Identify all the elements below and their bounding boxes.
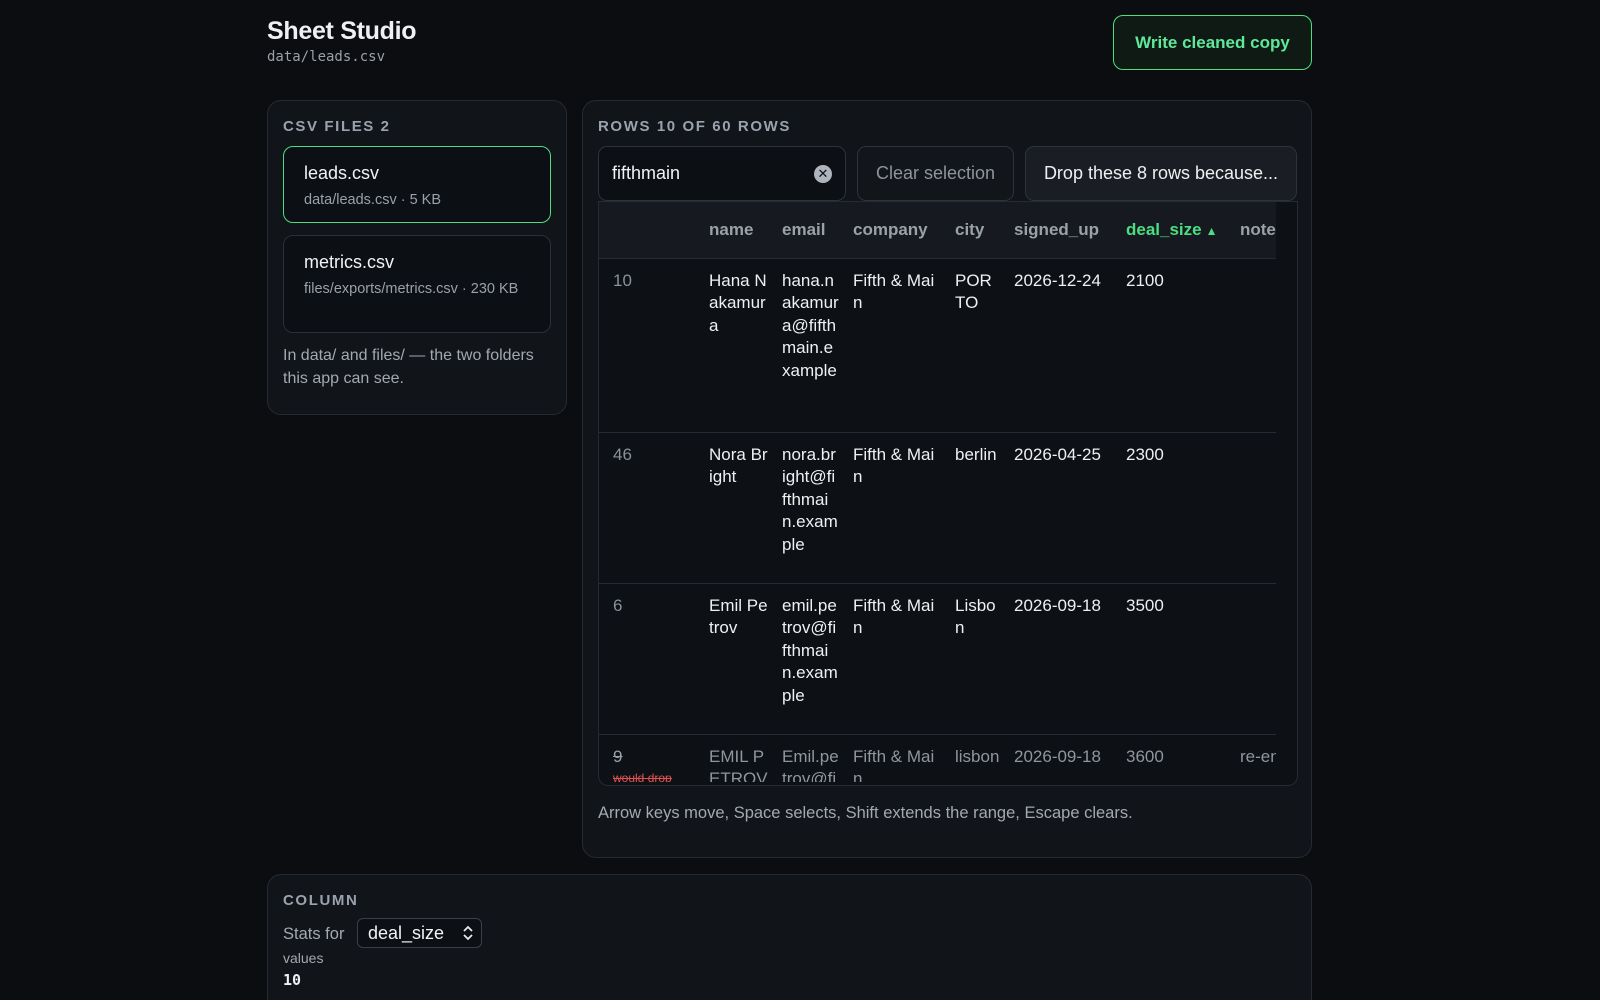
- column-header-deal-size[interactable]: deal_size ▲: [1112, 202, 1226, 258]
- column-label: COLUMN: [283, 892, 359, 909]
- cell-notes: [1226, 432, 1276, 583]
- column-header-city[interactable]: city: [941, 202, 1000, 258]
- cell-email: emil.petrov@fifthmain.example: [782, 595, 838, 705]
- file-name: metrics.csv: [304, 252, 394, 272]
- cell-company: Fifth & Main: [853, 270, 935, 313]
- cell-city: lisbon: [955, 746, 1000, 766]
- column-panel: COLUMN Stats for deal_size values 10: [267, 874, 1312, 1000]
- row-number: 10: [613, 270, 632, 290]
- cell-notes: re-entered: [1240, 746, 1276, 766]
- cell-email: nora.bright@fifthmain.example: [782, 444, 838, 554]
- column-select[interactable]: deal_size: [357, 918, 482, 948]
- row-number: 9: [613, 746, 623, 766]
- values-count: 10: [283, 971, 302, 989]
- column-header-email[interactable]: email: [768, 202, 839, 258]
- column-header-rownum: [599, 202, 695, 258]
- table-row-duplicate[interactable]: 9 would drop EMIL PETROV Emil.petrov@fift…: [599, 734, 1276, 782]
- cell-name: EMIL PETROV: [709, 746, 768, 783]
- app-title: Sheet Studio: [267, 17, 417, 45]
- cell-company: Fifth & Main: [853, 595, 935, 638]
- clear-search-icon[interactable]: ✕: [814, 165, 832, 183]
- folders-note: In data/ and files/ — the two folders th…: [283, 347, 534, 387]
- column-header-signed-up[interactable]: signed_up: [1000, 202, 1112, 258]
- cell-signed-up: 2026-09-18: [1014, 746, 1101, 766]
- table-row[interactable]: 10 Hana Nakamura hana.nakamura@fifthmain…: [599, 258, 1276, 432]
- cell-email: Emil.petrov@fifthmain.example: [782, 746, 839, 783]
- cell-company: Fifth & Main: [853, 746, 935, 783]
- column-header-notes[interactable]: notes: [1226, 202, 1276, 258]
- cell-signed-up: 2026-04-25: [1014, 444, 1101, 464]
- search-box: ✕: [598, 146, 846, 201]
- would-drop-tag: would drop: [613, 771, 672, 782]
- cell-city: Lisbon: [955, 595, 996, 638]
- cell-company: Fifth & Main: [853, 444, 935, 487]
- file-card-metrics[interactable]: metrics.csv files/exports/metrics.csv · …: [283, 235, 551, 333]
- values-label: values: [283, 950, 324, 966]
- column-header-name[interactable]: name: [695, 202, 768, 258]
- cell-deal-size: 2100: [1126, 270, 1164, 290]
- cell-notes: [1226, 583, 1276, 734]
- cell-notes: [1226, 258, 1276, 432]
- cell-name: Emil Petrov: [709, 595, 768, 638]
- table-row[interactable]: 6 Emil Petrov emil.petrov@fifthmain.exam…: [599, 583, 1276, 734]
- column-header-company[interactable]: company: [839, 202, 941, 258]
- file-meta: files/exports/metrics.csv · 230 KB: [304, 281, 519, 297]
- cell-name: Hana Nakamura: [709, 270, 767, 335]
- drop-rows-button[interactable]: Drop these 8 rows because...: [1025, 146, 1297, 201]
- row-number: 6: [613, 595, 623, 615]
- cell-deal-size: 2300: [1126, 444, 1164, 464]
- clear-selection-button[interactable]: Clear selection: [857, 146, 1014, 201]
- cell-email: hana.nakamura@fifthmain.example: [782, 270, 839, 380]
- sort-ascending-icon: ▲: [1205, 223, 1218, 238]
- keyboard-hint: Arrow keys move, Space selects, Shift ex…: [598, 804, 1133, 822]
- csv-files-label: CSV FILES 2: [283, 118, 391, 135]
- column-select-value: deal_size: [368, 923, 445, 943]
- table-header-row: name email company city signed_up deal_s…: [599, 202, 1276, 258]
- file-card-leads[interactable]: leads.csv data/leads.csv · 5 KB: [283, 146, 551, 223]
- row-number: 46: [613, 444, 632, 464]
- rows-table: name email company city signed_up deal_s…: [598, 201, 1298, 786]
- column-header-label: deal_size: [1126, 219, 1202, 239]
- rows-panel: ROWS 10 OF 60 ROWS ✕ Clear selection Dro…: [582, 100, 1312, 858]
- file-meta: data/leads.csv · 5 KB: [304, 192, 442, 208]
- cell-signed-up: 2026-12-24: [1014, 270, 1101, 290]
- row-number-cell: 9 would drop: [599, 734, 695, 783]
- csv-files-panel: CSV FILES 2 leads.csv data/leads.csv · 5…: [267, 100, 567, 415]
- cell-name: Nora Bright: [709, 444, 768, 487]
- cell-city: PORTO: [955, 270, 992, 313]
- chevron-up-down-icon: [463, 925, 473, 941]
- cell-deal-size: 3600: [1126, 746, 1164, 766]
- cell-deal-size: 3500: [1126, 595, 1164, 615]
- cell-city: berlin: [955, 444, 997, 464]
- cell-signed-up: 2026-09-18: [1014, 595, 1101, 615]
- rows-count-label: ROWS 10 OF 60 ROWS: [598, 118, 791, 135]
- write-cleaned-copy-button[interactable]: Write cleaned copy: [1113, 15, 1312, 70]
- table-row[interactable]: 46 Nora Bright nora.bright@fifthmain.exa…: [599, 432, 1276, 583]
- file-name: leads.csv: [304, 163, 380, 183]
- current-file-path: data/leads.csv: [267, 49, 386, 65]
- stats-for-label: Stats for: [283, 925, 345, 943]
- search-input[interactable]: [612, 147, 812, 200]
